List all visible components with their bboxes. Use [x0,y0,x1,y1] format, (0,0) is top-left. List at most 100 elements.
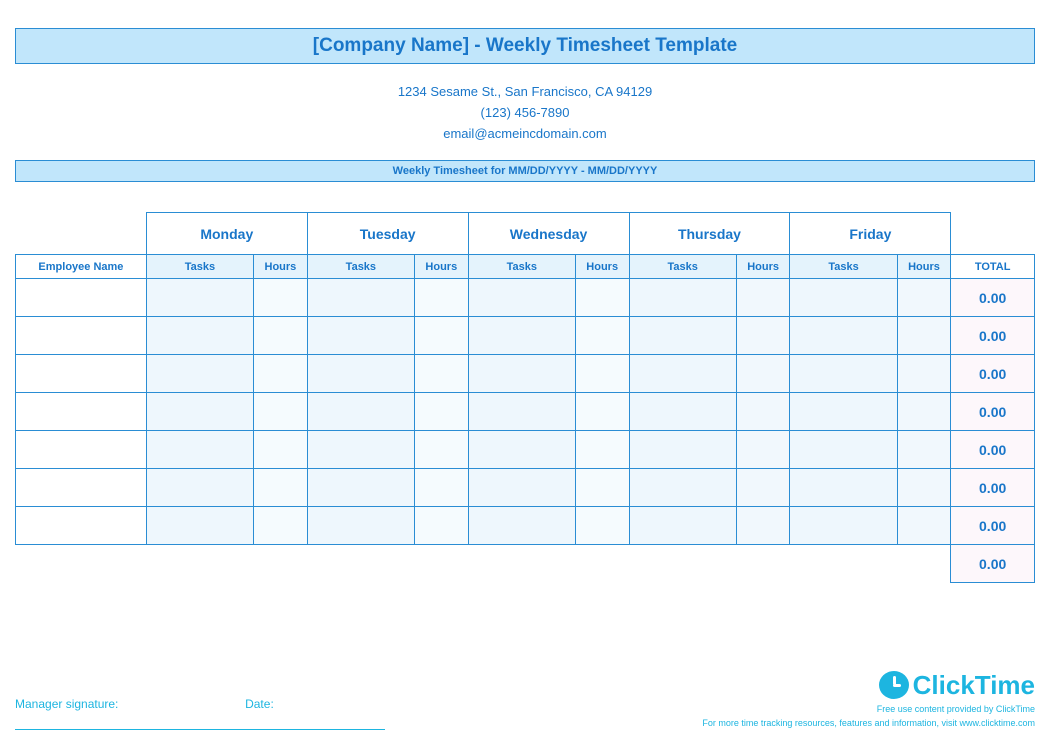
hours-cell[interactable] [575,393,629,431]
tasks-cell[interactable] [790,431,897,469]
tasks-cell[interactable] [629,355,736,393]
hours-cell[interactable] [254,507,308,545]
tasks-cell[interactable] [468,431,575,469]
tasks-cell[interactable] [629,507,736,545]
tasks-cell[interactable] [629,279,736,317]
row-total-cell: 0.00 [951,393,1035,431]
tasks-cell[interactable] [468,279,575,317]
hours-cell[interactable] [254,317,308,355]
tasks-cell[interactable] [629,393,736,431]
hours-cell[interactable] [414,355,468,393]
hours-cell[interactable] [897,507,951,545]
hours-header: Hours [897,255,951,279]
employee-name-cell[interactable] [16,279,147,317]
hours-cell[interactable] [736,355,790,393]
tasks-cell[interactable] [146,317,253,355]
tasks-cell[interactable] [307,317,414,355]
hours-cell[interactable] [736,393,790,431]
day-header-thursday: Thursday [629,213,790,255]
row-total-cell: 0.00 [951,317,1035,355]
hours-cell[interactable] [897,317,951,355]
tasks-cell[interactable] [468,317,575,355]
brand-name: ClickTime [913,670,1035,701]
hours-cell[interactable] [897,469,951,507]
hours-cell[interactable] [736,469,790,507]
tasks-cell[interactable] [307,393,414,431]
hours-cell[interactable] [575,431,629,469]
hours-cell[interactable] [414,469,468,507]
hours-cell[interactable] [575,279,629,317]
hours-cell[interactable] [575,469,629,507]
tasks-cell[interactable] [790,279,897,317]
tasks-cell[interactable] [146,279,253,317]
day-header-row: Monday Tuesday Wednesday Thursday Friday [16,213,1035,255]
hours-cell[interactable] [575,317,629,355]
employee-name-cell[interactable] [16,393,147,431]
tasks-cell[interactable] [307,355,414,393]
hours-cell[interactable] [736,507,790,545]
tasks-cell[interactable] [307,507,414,545]
hours-cell[interactable] [414,317,468,355]
tasks-cell[interactable] [790,469,897,507]
signature-line [15,729,385,730]
hours-cell[interactable] [897,431,951,469]
page-title: [Company Name] - Weekly Timesheet Templa… [313,35,737,56]
hours-cell[interactable] [254,393,308,431]
hours-cell[interactable] [575,355,629,393]
day-header-friday: Friday [790,213,951,255]
tasks-cell[interactable] [629,431,736,469]
tasks-cell[interactable] [468,355,575,393]
tasks-cell[interactable] [790,317,897,355]
employee-name-cell[interactable] [16,507,147,545]
hours-cell[interactable] [736,317,790,355]
tasks-cell[interactable] [790,393,897,431]
tasks-cell[interactable] [790,507,897,545]
tasks-cell[interactable] [468,469,575,507]
tasks-cell[interactable] [629,469,736,507]
row-total-cell: 0.00 [951,355,1035,393]
hours-cell[interactable] [414,393,468,431]
hours-cell[interactable] [254,469,308,507]
tasks-cell[interactable] [468,393,575,431]
tasks-cell[interactable] [146,469,253,507]
tasks-cell[interactable] [146,393,253,431]
employee-name-cell[interactable] [16,469,147,507]
employee-name-cell[interactable] [16,317,147,355]
table-row: 0.00 [16,507,1035,545]
day-header-monday: Monday [146,213,307,255]
tasks-cell[interactable] [468,507,575,545]
hours-cell[interactable] [897,393,951,431]
hours-cell[interactable] [414,507,468,545]
tasks-cell[interactable] [307,279,414,317]
hours-cell[interactable] [414,279,468,317]
tasks-cell[interactable] [629,317,736,355]
total-header: TOTAL [951,255,1035,279]
subtitle-bar: Weekly Timesheet for MM/DD/YYYY - MM/DD/… [15,160,1035,182]
hours-cell[interactable] [897,355,951,393]
hours-cell[interactable] [254,355,308,393]
brand-block: ClickTime Free use content provided by C… [702,670,1035,730]
hours-cell[interactable] [414,431,468,469]
company-address: 1234 Sesame St., San Francisco, CA 94129 [15,82,1035,103]
footer: Manager signature: Date: ClickTime Free … [15,697,1035,730]
employee-name-cell[interactable] [16,355,147,393]
hours-cell[interactable] [736,431,790,469]
hours-cell[interactable] [254,431,308,469]
hours-cell[interactable] [736,279,790,317]
table-row: 0.00 [16,279,1035,317]
tasks-cell[interactable] [790,355,897,393]
hours-cell[interactable] [575,507,629,545]
tasks-cell[interactable] [307,469,414,507]
tasks-header: Tasks [629,255,736,279]
employee-name-cell[interactable] [16,431,147,469]
hours-cell[interactable] [897,279,951,317]
page-title-bar: [Company Name] - Weekly Timesheet Templa… [15,28,1035,64]
company-email: email@acmeincdomain.com [15,124,1035,145]
tasks-cell[interactable] [146,355,253,393]
table-row: 0.00 [16,317,1035,355]
tasks-cell[interactable] [146,431,253,469]
hours-cell[interactable] [254,279,308,317]
tasks-cell[interactable] [146,507,253,545]
hours-header: Hours [414,255,468,279]
tasks-cell[interactable] [307,431,414,469]
